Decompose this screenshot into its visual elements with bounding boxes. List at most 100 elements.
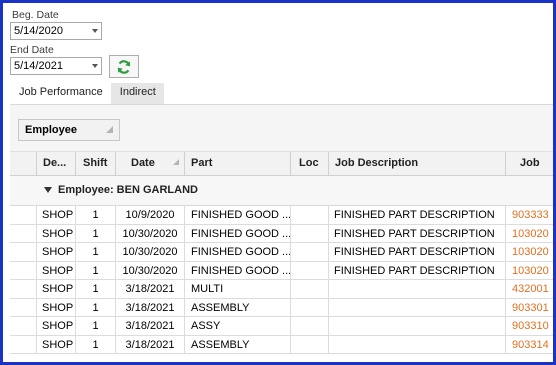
- cell-job[interactable]: 903314: [506, 336, 553, 354]
- column-header-date[interactable]: Date: [116, 152, 185, 176]
- cell-loc: [291, 261, 329, 280]
- app-window: Beg. Date 5/14/2020 End Date 5/14/2021 J…: [0, 0, 556, 365]
- tab-indirect[interactable]: Indirect: [110, 83, 164, 104]
- cell-loc: [291, 335, 329, 354]
- cell-job[interactable]: 903310: [506, 317, 553, 335]
- cell-loc: [291, 243, 329, 261]
- cell-loc: [291, 206, 329, 224]
- refresh-icon: [117, 59, 131, 74]
- row-indicator[interactable]: [10, 280, 37, 298]
- cell-part: FINISHED GOOD ...: [185, 224, 291, 243]
- cell-shift: 1: [76, 206, 116, 224]
- row-indicator-header: [10, 152, 37, 176]
- cell-shift: 1: [76, 261, 116, 280]
- cell-part: ASSEMBLY: [185, 298, 291, 317]
- row-indicator[interactable]: [10, 243, 37, 261]
- cell-date: 10/30/2020: [116, 224, 185, 243]
- table-row[interactable]: SHOP 1 10/30/2020 FINISHED GOOD ... FINISHED…: [10, 243, 553, 262]
- cell-part: FINISHED GOOD ...: [185, 243, 291, 261]
- cell-dept: SHOP: [37, 317, 76, 335]
- cell-desc: [329, 317, 506, 335]
- row-indicator[interactable]: [10, 224, 37, 243]
- cell-dept: SHOP: [37, 206, 76, 224]
- row-indicator[interactable]: [10, 261, 37, 280]
- cell-part: MULTI: [185, 280, 291, 298]
- cell-date: 10/30/2020: [116, 243, 185, 261]
- cell-date: 10/9/2020: [116, 206, 185, 224]
- group-row[interactable]: Employee: BEN GARLAND: [10, 176, 553, 206]
- beg-date-label: Beg. Date: [12, 9, 59, 21]
- cell-desc: FINISHED PART DESCRIPTION: [329, 261, 506, 280]
- grid-header: De... Shift Date Part Loc Job Descriptio…: [10, 151, 553, 176]
- cell-job[interactable]: 103020: [506, 243, 553, 261]
- cell-shift: 1: [76, 243, 116, 261]
- refresh-button[interactable]: [109, 55, 139, 78]
- cell-date: 3/18/2021: [116, 280, 185, 298]
- sort-icon: [106, 126, 113, 133]
- cell-desc: FINISHED PART DESCRIPTION: [329, 243, 506, 261]
- group-chip-employee[interactable]: Employee: [18, 119, 120, 141]
- beg-date-field[interactable]: 5/14/2020: [10, 22, 102, 40]
- cell-job[interactable]: 103020: [506, 225, 553, 243]
- table-row[interactable]: SHOP 1 10/9/2020 FINISHED GOOD ... FINISHED …: [10, 206, 553, 225]
- column-header-dept[interactable]: De...: [37, 152, 76, 176]
- end-date-label: End Date: [10, 44, 54, 56]
- cell-dept: SHOP: [37, 243, 76, 261]
- cell-job[interactable]: 432001: [506, 280, 553, 298]
- cell-shift: 1: [76, 335, 116, 354]
- row-indicator[interactable]: [10, 335, 37, 354]
- column-header-loc[interactable]: Loc: [291, 152, 329, 176]
- column-header-shift[interactable]: Shift: [76, 152, 116, 176]
- cell-desc: [329, 335, 506, 354]
- group-by-panel: Employee: [10, 105, 553, 151]
- cell-shift: 1: [76, 298, 116, 317]
- triangle-down-icon[interactable]: [44, 187, 52, 193]
- row-indicator[interactable]: [10, 317, 37, 335]
- end-date-value: 5/14/2021: [14, 60, 63, 72]
- cell-job[interactable]: 103020: [506, 262, 553, 280]
- cell-shift: 1: [76, 317, 116, 335]
- table-row[interactable]: SHOP 1 3/18/2021 ASSEMBLY 903314: [10, 335, 553, 354]
- cell-date: 10/30/2020: [116, 261, 185, 280]
- cell-date: 3/18/2021: [116, 335, 185, 354]
- cell-desc: FINISHED PART DESCRIPTION: [329, 206, 506, 224]
- cell-loc: [291, 298, 329, 317]
- column-header-job-description[interactable]: Job Description: [329, 152, 506, 176]
- row-indicator[interactable]: [10, 206, 37, 224]
- cell-dept: SHOP: [37, 261, 76, 280]
- column-header-job[interactable]: Job: [506, 152, 553, 176]
- cell-loc: [291, 280, 329, 298]
- column-header-date-label: Date: [131, 157, 155, 169]
- cell-loc: [291, 317, 329, 335]
- table-row[interactable]: SHOP 1 3/18/2021 MULTI 432001: [10, 280, 553, 299]
- cell-dept: SHOP: [37, 298, 76, 317]
- cell-job[interactable]: 903333: [506, 206, 553, 224]
- cell-dept: SHOP: [37, 280, 76, 298]
- cell-desc: FINISHED PART DESCRIPTION: [329, 224, 506, 243]
- chevron-down-icon[interactable]: [92, 29, 98, 33]
- sort-icon: [173, 159, 179, 165]
- beg-date-value: 5/14/2020: [14, 25, 63, 37]
- tab-job-performance[interactable]: Job Performance: [10, 83, 111, 104]
- cell-part: ASSY: [185, 317, 291, 335]
- table-row[interactable]: SHOP 1 10/30/2020 FINISHED GOOD ... FINISHED…: [10, 261, 553, 280]
- grid-rows: SHOP 1 10/9/2020 FINISHED GOOD ... FINISHED …: [10, 206, 553, 354]
- chevron-down-icon[interactable]: [92, 64, 98, 68]
- end-date-field[interactable]: 5/14/2021: [10, 57, 102, 75]
- cell-dept: SHOP: [37, 335, 76, 354]
- cell-job[interactable]: 903301: [506, 299, 553, 317]
- cell-date: 3/18/2021: [116, 298, 185, 317]
- cell-shift: 1: [76, 224, 116, 243]
- cell-shift: 1: [76, 280, 116, 298]
- cell-part: ASSEMBLY: [185, 335, 291, 354]
- cell-part: FINISHED GOOD ...: [185, 206, 291, 224]
- table-row[interactable]: SHOP 1 10/30/2020 FINISHED GOOD ... FINISHED…: [10, 224, 553, 243]
- row-indicator[interactable]: [10, 298, 37, 317]
- group-chip-label: Employee: [25, 124, 77, 136]
- column-header-part[interactable]: Part: [185, 152, 291, 176]
- table-row[interactable]: SHOP 1 3/18/2021 ASSEMBLY 903301: [10, 298, 553, 317]
- table-row[interactable]: SHOP 1 3/18/2021 ASSY 903310: [10, 317, 553, 336]
- cell-desc: [329, 280, 506, 298]
- cell-desc: [329, 298, 506, 317]
- job-performance-panel: Employee De... Shift Date Part Loc Job D…: [10, 104, 553, 362]
